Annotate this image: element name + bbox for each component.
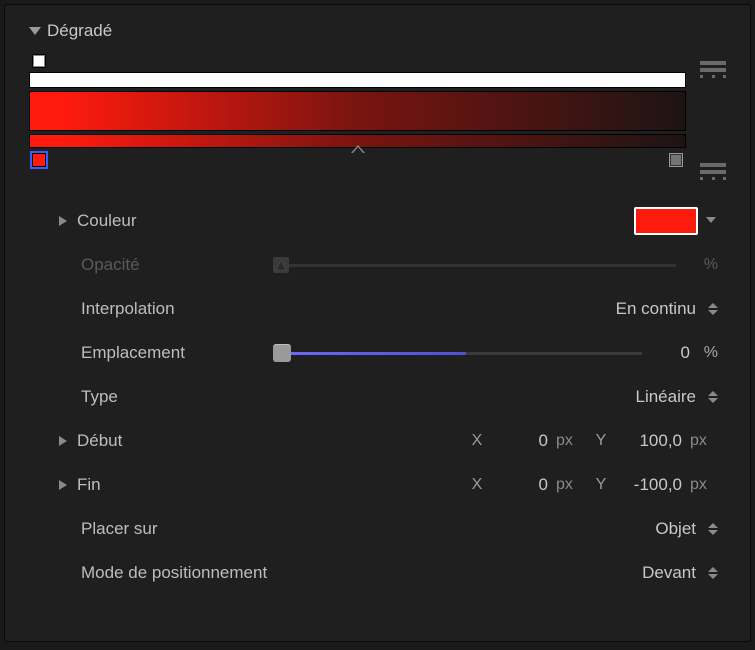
color-row: Couleur [29,199,726,243]
color-stop-right[interactable] [669,153,683,167]
position-mode-row: Mode de positionnement Devant [29,551,726,595]
section-title: Dégradé [47,21,112,41]
location-slider[interactable] [275,352,642,355]
start-x-value[interactable]: 0 [494,431,548,451]
end-label: Fin [77,475,101,495]
end-x-unit: px [556,476,584,494]
section-header[interactable]: Dégradé [29,15,726,55]
gradient-preview-bar[interactable] [29,91,686,131]
properties-list: Couleur Opacité % Interpola [29,199,726,595]
type-label: Type [81,387,118,407]
color-stop-left[interactable] [32,153,46,167]
gradient-editor [29,59,726,181]
stepper-icon[interactable] [708,391,718,403]
color-label: Couleur [77,211,137,231]
chevron-down-icon[interactable] [706,217,718,225]
end-row: Fin X 0 px Y -100,0 px [29,463,726,507]
stepper-icon[interactable] [708,303,718,315]
interpolation-row: Interpolation En continu [29,287,726,331]
end-x-label: X [468,476,486,494]
place-on-value[interactable]: Objet [655,519,696,539]
opacity-label: Opacité [81,255,140,275]
opacity-row: Opacité % [29,243,726,287]
color-well[interactable] [634,207,698,235]
disclosure-triangle-icon[interactable] [59,480,67,490]
location-slider-thumb[interactable] [273,344,291,362]
opacity-unit: % [698,256,718,274]
end-y-value[interactable]: -100,0 [618,475,682,495]
location-value[interactable]: 0 [664,343,690,363]
place-on-label: Placer sur [81,519,158,539]
position-mode-value[interactable]: Devant [642,563,696,583]
opacity-gradient-track[interactable] [29,72,686,169]
type-row: Type Linéaire [29,375,726,419]
disclosure-triangle-icon[interactable] [59,216,67,226]
stepper-icon[interactable] [708,523,718,535]
midpoint-handle-icon[interactable] [351,145,365,153]
start-row: Début X 0 px Y 100,0 px [29,419,726,463]
start-x-label: X [468,432,486,450]
distribute-opacity-stops-icon[interactable] [700,59,726,79]
start-y-unit: px [690,432,718,450]
distribute-color-stops-icon[interactable] [700,161,726,181]
opacity-slider [275,264,676,267]
position-mode-label: Mode de positionnement [81,563,267,583]
location-row: Emplacement 0 % [29,331,726,375]
end-x-value[interactable]: 0 [494,475,548,495]
location-label: Emplacement [81,343,185,363]
opacity-slider-thumb [273,257,289,273]
disclosure-triangle-icon[interactable] [59,436,67,446]
location-unit: % [698,344,718,362]
interpolation-label: Interpolation [81,299,175,319]
place-on-row: Placer sur Objet [29,507,726,551]
disclosure-triangle-icon[interactable] [29,27,41,35]
type-value[interactable]: Linéaire [636,387,697,407]
start-label: Début [77,431,122,451]
end-y-unit: px [690,476,718,494]
stepper-icon[interactable] [708,567,718,579]
start-x-unit: px [556,432,584,450]
gradient-inspector-panel: Dégradé [4,4,751,642]
end-y-label: Y [592,476,610,494]
opacity-bar[interactable] [29,72,686,88]
interpolation-value[interactable]: En continu [616,299,696,319]
opacity-stop-handle[interactable] [32,54,46,68]
start-y-label: Y [592,432,610,450]
start-y-value[interactable]: 100,0 [618,431,682,451]
